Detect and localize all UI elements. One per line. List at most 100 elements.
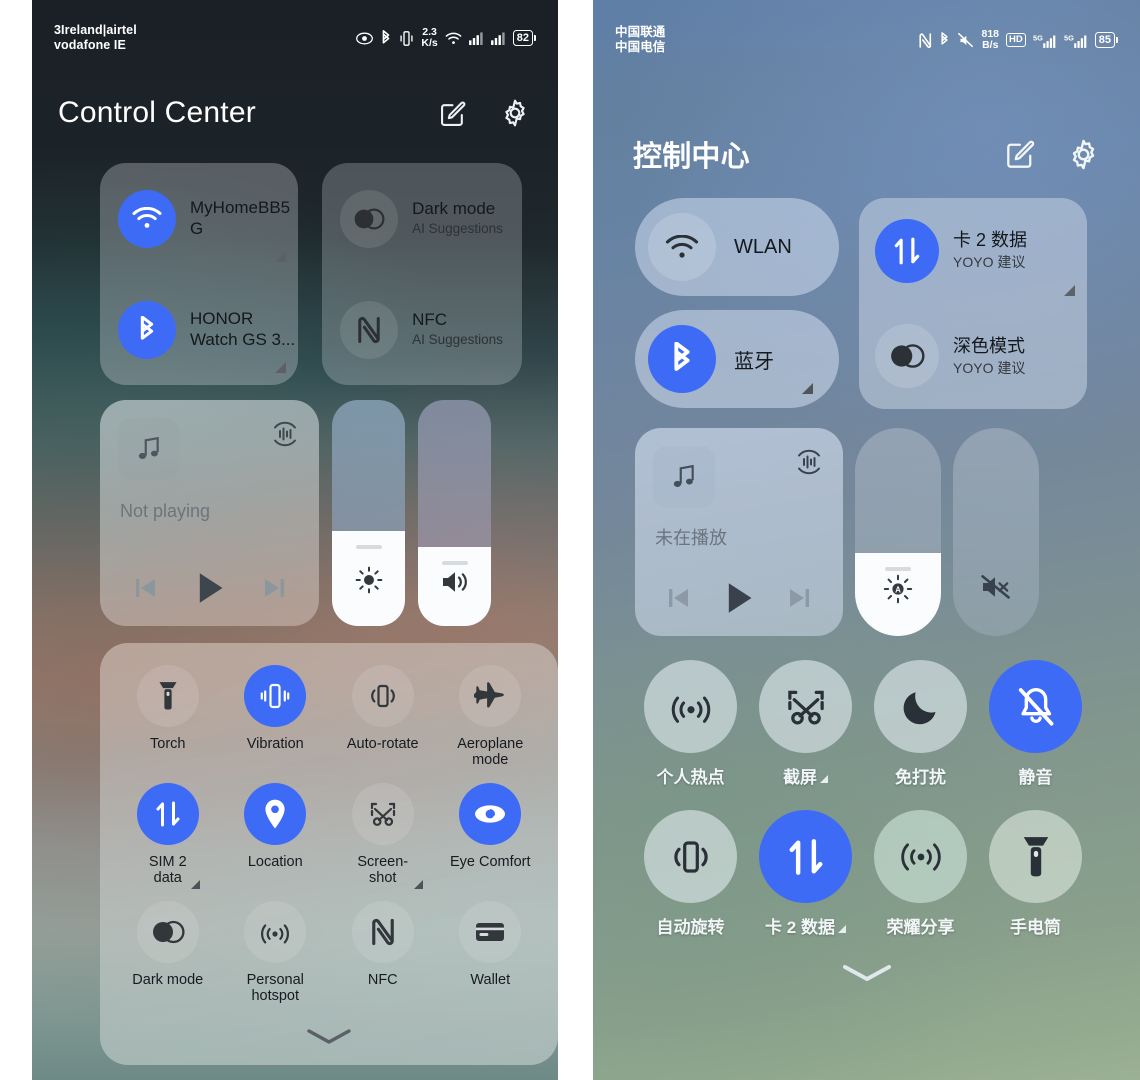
data-rate-indicator: 2.3 K/s bbox=[421, 27, 437, 48]
toggle-personal-hotspot[interactable]: Personal hotspot bbox=[222, 900, 330, 1005]
wifi-toggle-row[interactable]: MyHomeBB5 G bbox=[100, 163, 298, 274]
carrier-label: 中国联通 中国电信 bbox=[615, 25, 665, 55]
eye-comfort-icon bbox=[356, 32, 374, 45]
toggle-screenshot[interactable]: Screen- shot bbox=[329, 782, 437, 889]
brightness-slider-fill bbox=[332, 531, 405, 626]
toggle-honor-share[interactable]: 荣耀分享 bbox=[863, 810, 978, 938]
carrier-line-2: 中国电信 bbox=[615, 40, 666, 54]
svg-text:5G: 5G bbox=[1064, 33, 1074, 42]
edit-icon[interactable] bbox=[1004, 137, 1038, 171]
nfc-sublabel: AI Suggestions bbox=[412, 331, 503, 347]
cast-audio-icon[interactable] bbox=[793, 446, 825, 478]
toggle-torch[interactable]: 手电筒 bbox=[978, 810, 1093, 938]
toggle-location[interactable]: Location bbox=[222, 782, 330, 887]
eye-comfort-icon bbox=[459, 782, 522, 845]
dark-mode-sublabel: AI Suggestions bbox=[412, 220, 503, 236]
dark-mode-text: 深色模式 YOYO 建议 bbox=[953, 336, 1025, 377]
edit-icon[interactable] bbox=[436, 96, 470, 130]
connectivity-section: MyHomeBB5 G HONOR Watch GS 3... Dark mod… bbox=[100, 163, 522, 385]
play-icon[interactable] bbox=[717, 578, 761, 618]
nfc-label: NFC bbox=[412, 310, 448, 330]
wifi-icon bbox=[118, 189, 176, 248]
brightness-slider[interactable]: A bbox=[855, 428, 941, 636]
expand-arrow-icon[interactable] bbox=[275, 362, 287, 373]
gear-icon[interactable] bbox=[498, 96, 532, 130]
data-rate-indicator: 818 B/s bbox=[981, 29, 999, 50]
expand-arrow-icon[interactable] bbox=[802, 383, 813, 394]
expand-arrow-icon[interactable] bbox=[1064, 284, 1075, 296]
media-player-card[interactable]: Not playing bbox=[100, 400, 319, 626]
svg-text:5G: 5G bbox=[1033, 33, 1043, 42]
expand-arrow-icon[interactable] bbox=[275, 251, 287, 262]
dark-mode-label: Dark mode bbox=[412, 199, 496, 219]
media-player-card[interactable]: 未在播放 bbox=[635, 428, 843, 636]
toggle-eye-comfort[interactable]: Eye Comfort bbox=[437, 782, 545, 887]
previous-track-icon[interactable] bbox=[123, 568, 167, 608]
next-track-icon[interactable] bbox=[253, 568, 297, 608]
svg-text:A: A bbox=[895, 585, 901, 594]
toggle-label-wrap: 截屏 bbox=[783, 763, 828, 788]
toggle-label: Personal hotspot bbox=[246, 971, 304, 1004]
gear-icon[interactable] bbox=[1066, 137, 1100, 171]
next-track-icon[interactable] bbox=[778, 578, 822, 618]
toggle-sim2-data[interactable]: SIM 2 data bbox=[114, 782, 222, 889]
bluetooth-toggle[interactable]: 蓝牙 bbox=[635, 310, 839, 408]
chevron-down-icon[interactable] bbox=[306, 1028, 352, 1051]
nfc-icon bbox=[351, 900, 414, 963]
play-icon[interactable] bbox=[188, 568, 232, 608]
toggle-mute[interactable]: 静音 bbox=[978, 660, 1093, 788]
expand-arrow-icon[interactable] bbox=[837, 924, 846, 933]
toggle-aeroplane-mode[interactable]: Aeroplane mode bbox=[437, 665, 545, 769]
previous-track-icon[interactable] bbox=[656, 578, 700, 618]
dark-mode-icon bbox=[340, 189, 399, 248]
battery-icon: 85 bbox=[1094, 32, 1118, 48]
toggle-auto-rotate[interactable]: 自动旋转 bbox=[633, 810, 748, 938]
control-center-header: 控制中心 bbox=[593, 133, 1140, 175]
volume-icon bbox=[440, 569, 470, 600]
music-note-icon bbox=[118, 418, 180, 480]
slider-grip bbox=[355, 545, 382, 550]
toggle-torch[interactable]: Torch bbox=[114, 665, 222, 769]
bluetooth-device-line-2: Watch GS 3... bbox=[190, 329, 296, 349]
expand-arrow-icon[interactable] bbox=[820, 774, 828, 783]
nfc-toggle-row[interactable]: NFC AI Suggestions bbox=[322, 274, 522, 385]
toggle-label: 免打扰 bbox=[895, 768, 946, 787]
brightness-slider[interactable] bbox=[332, 400, 405, 626]
media-status-label: 未在播放 bbox=[655, 528, 727, 548]
sim2-data-toggle-row[interactable]: 卡 2 数据 YOYO 建议 bbox=[859, 198, 1087, 304]
wifi-icon bbox=[445, 32, 462, 45]
volume-slider[interactable] bbox=[953, 428, 1039, 636]
toggle-dark-mode[interactable]: Dark mode bbox=[114, 900, 222, 1005]
battery-level: 82 bbox=[516, 31, 529, 44]
toggle-personal-hotspot[interactable]: 个人热点 bbox=[633, 660, 748, 788]
location-icon bbox=[244, 782, 307, 845]
toggle-label: Torch bbox=[150, 736, 186, 752]
expand-arrow-icon[interactable] bbox=[190, 879, 200, 889]
toggle-nfc[interactable]: NFC bbox=[329, 900, 437, 1005]
carrier-label: 3Ireland|airtel vodafone IE bbox=[54, 23, 137, 53]
nfc-text: NFC AI Suggestions bbox=[412, 310, 503, 349]
chevron-down-icon[interactable] bbox=[841, 963, 893, 988]
toggle-label: Aeroplane mode bbox=[457, 736, 524, 769]
dark-mode-toggle-row[interactable]: 深色模式 YOYO 建议 bbox=[859, 304, 1087, 410]
toggle-do-not-disturb[interactable]: 免打扰 bbox=[863, 660, 978, 788]
wlan-toggle[interactable]: WLAN bbox=[635, 198, 839, 296]
bluetooth-icon bbox=[939, 32, 950, 48]
bluetooth-toggle-row[interactable]: HONOR Watch GS 3... bbox=[100, 274, 298, 385]
status-bar-icons: 2.3 K/s 82 bbox=[356, 27, 536, 48]
toggle-label: 荣耀分享 bbox=[886, 918, 955, 937]
toggle-auto-rotate[interactable]: Auto-rotate bbox=[329, 665, 437, 769]
toggle-vibration[interactable]: Vibration bbox=[222, 665, 330, 769]
cast-audio-icon[interactable] bbox=[269, 418, 301, 450]
brightness-icon bbox=[354, 565, 384, 600]
toggle-label: NFC bbox=[367, 971, 398, 988]
dark-mode-toggle-row[interactable]: Dark mode AI Suggestions bbox=[322, 163, 522, 274]
page-title: 控制中心 bbox=[633, 141, 750, 173]
toggle-sim2-data[interactable]: 卡 2 数据 bbox=[748, 810, 863, 938]
toggle-screenshot[interactable]: 截屏 bbox=[748, 660, 863, 788]
expand-arrow-icon[interactable] bbox=[413, 879, 423, 889]
volume-slider[interactable] bbox=[418, 400, 491, 626]
toggle-wallet[interactable]: Wallet bbox=[437, 900, 545, 1005]
connectivity-pill-column: WLAN 蓝牙 bbox=[635, 198, 839, 409]
screenshot-icon bbox=[351, 782, 414, 845]
